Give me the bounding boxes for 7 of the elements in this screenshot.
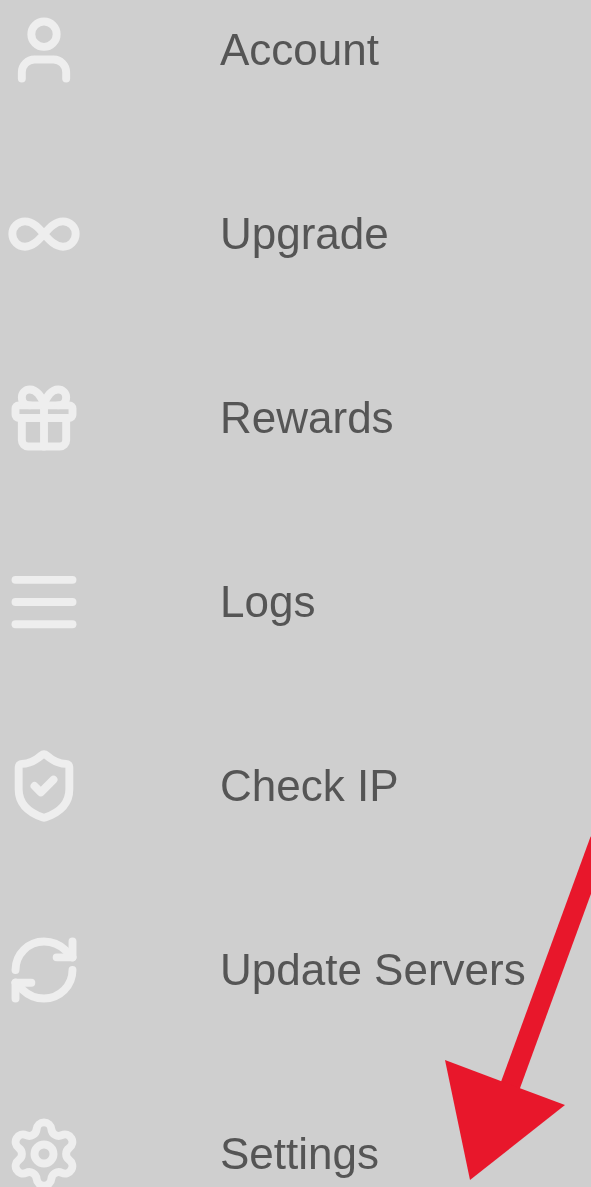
menu-item[interactable]: Rewards	[220, 390, 394, 446]
menu-item[interactable]: Logs	[220, 574, 316, 630]
menu-item[interactable]: Check IP	[220, 758, 399, 814]
menu-item[interactable]: Account	[220, 22, 379, 78]
menu-item[interactable]: Upgrade	[220, 206, 389, 262]
menu-item[interactable]: Settings	[220, 1126, 379, 1182]
menu-item[interactable]: Update Servers	[220, 942, 526, 998]
